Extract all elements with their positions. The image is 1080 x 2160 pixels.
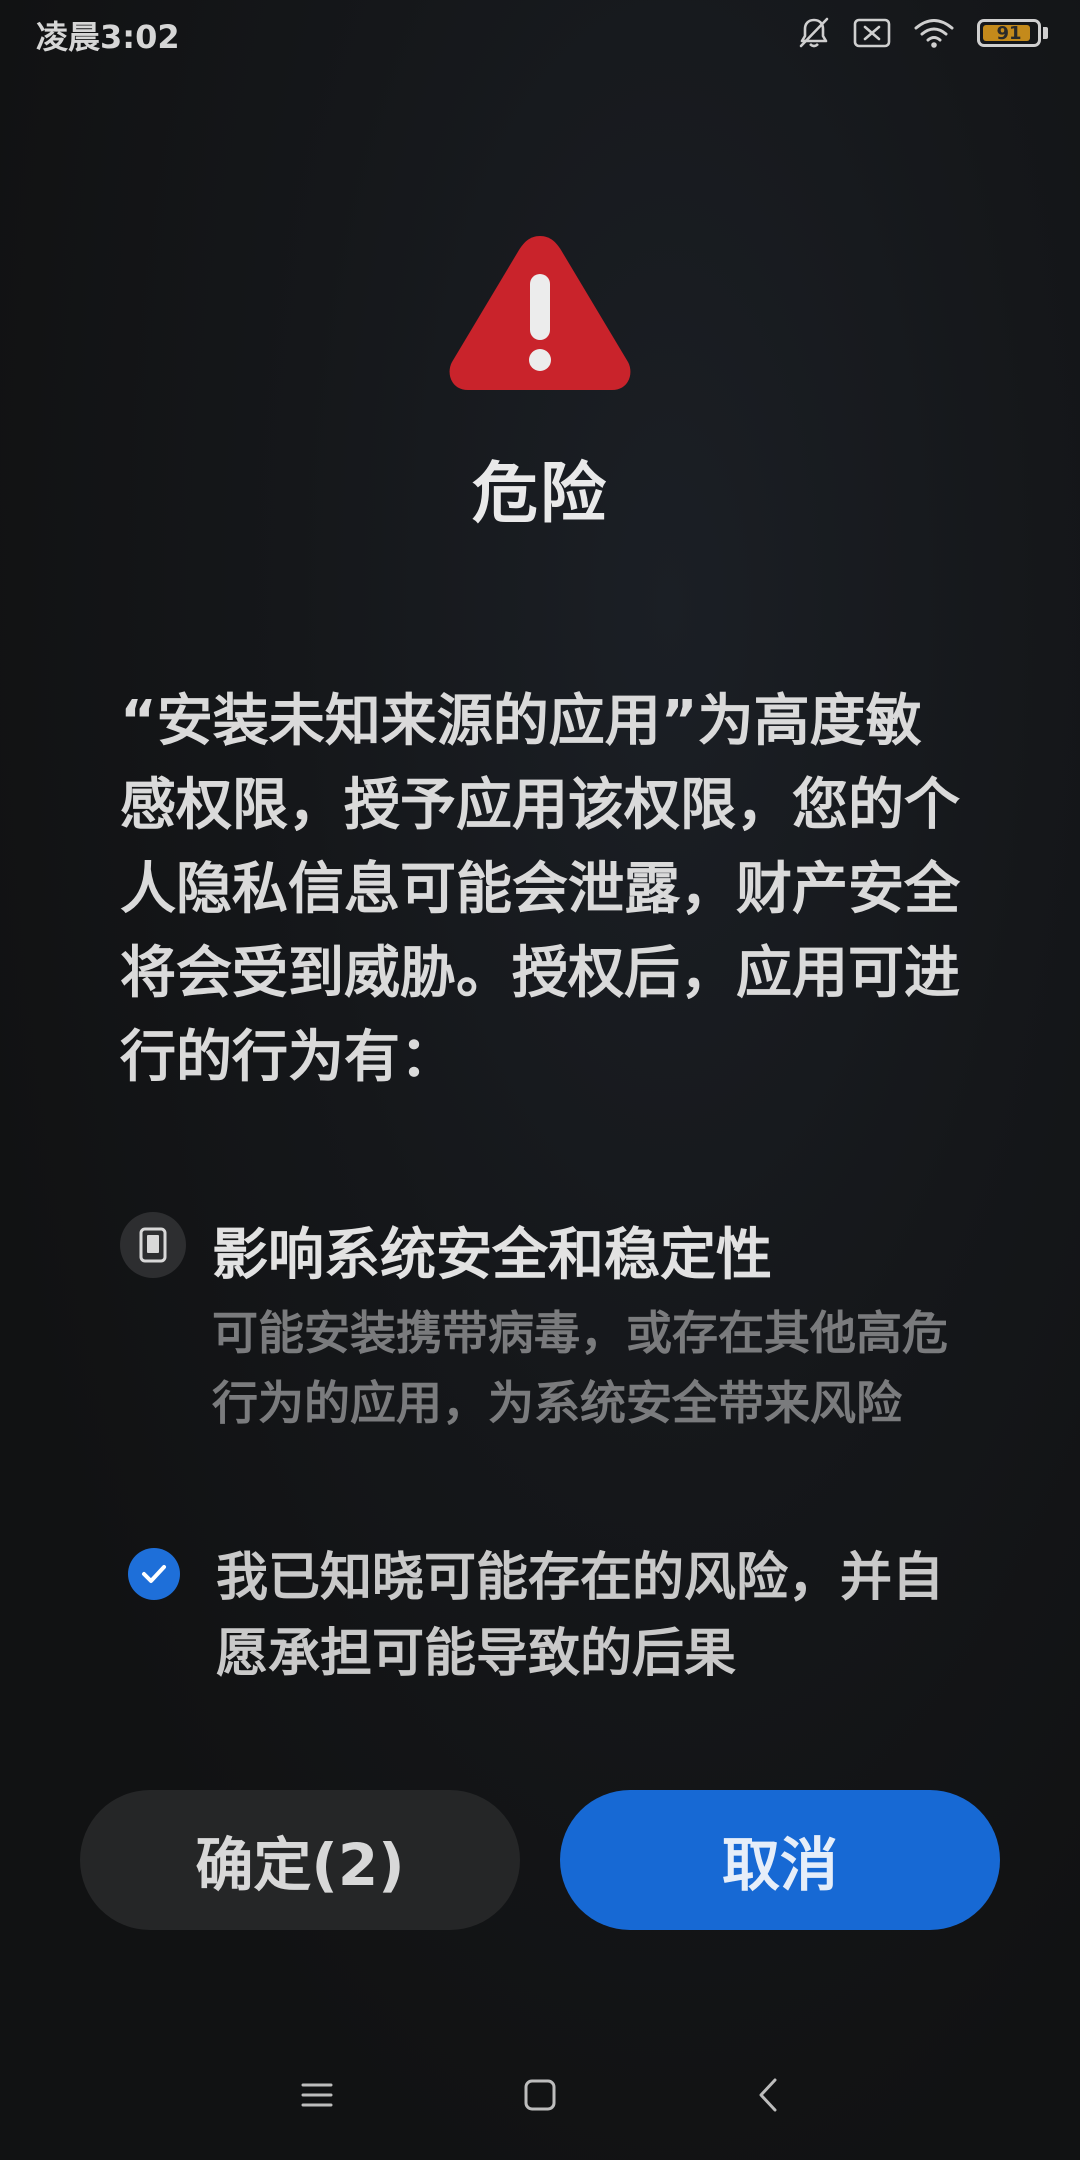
permission-title: 影响系统安全和稳定性	[212, 1223, 772, 1288]
dialog-description: “安装未知来源的应用”为高度敏感权限，授予应用该权限，您的个人隐私信息可能会泄露…	[120, 689, 960, 1090]
sim-none-icon	[853, 18, 891, 48]
bell-muted-icon	[797, 16, 831, 50]
home-icon[interactable]	[517, 2072, 563, 2118]
status-time: 凌晨3:02	[36, 18, 180, 56]
back-icon[interactable]	[745, 2072, 791, 2118]
status-bar: 凌晨3:02 91	[0, 0, 1080, 66]
battery-cap	[1043, 27, 1048, 39]
battery-icon: 91	[977, 19, 1048, 47]
check-icon	[142, 1565, 166, 1583]
wifi-icon	[913, 17, 955, 49]
consent-text[interactable]: 我已知晓可能存在的风险，并自愿承担可能导致的后果	[216, 1540, 976, 1692]
consent-checkbox[interactable]	[128, 1548, 180, 1600]
dialog-title: 危险	[472, 455, 608, 532]
status-icons: 91	[797, 12, 1048, 54]
phone-icon	[120, 1212, 186, 1278]
navigation-bar	[0, 2060, 1080, 2130]
confirm-button[interactable]: 确定(2)	[80, 1790, 520, 1930]
menu-icon[interactable]	[294, 2072, 340, 2118]
permission-description: 可能安装携带病毒，或存在其他高危行为的应用，为系统安全带来风险	[212, 1306, 948, 1430]
cancel-button[interactable]: 取消	[560, 1790, 1000, 1930]
battery-level: 91	[996, 22, 1022, 44]
warning-triangle-icon	[444, 230, 636, 396]
dialog-screen: 凌晨3:02 91 危险 “安装未知来源的应用”为高度敏感权限，授予应用该权限，…	[0, 0, 1080, 2160]
battery-indicator: 91	[977, 19, 1041, 47]
